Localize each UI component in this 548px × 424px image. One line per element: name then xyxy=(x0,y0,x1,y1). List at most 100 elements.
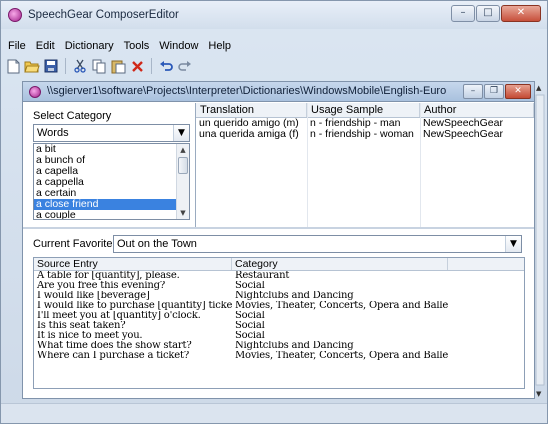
column-header-usage[interactable]: Usage Sample xyxy=(307,103,420,117)
column-header-author[interactable]: Author xyxy=(420,103,534,117)
svg-text:▼: ▼ xyxy=(536,390,542,398)
document-window: \\sgierver1\software\Projects\Interprete… xyxy=(22,81,535,399)
toolbar-separator xyxy=(151,58,152,74)
new-icon[interactable] xyxy=(5,58,21,74)
column-header-translation[interactable]: Translation xyxy=(196,103,307,117)
category-cell: Restaurant xyxy=(235,271,290,281)
source-header: Source Entry Category xyxy=(34,258,524,271)
table-row[interactable]: It is nice to meet you. Social xyxy=(34,331,524,341)
source-cell: Are you free this evening? xyxy=(37,281,165,291)
scroll-thumb[interactable] xyxy=(178,157,188,174)
minimize-button[interactable]: – xyxy=(451,5,475,22)
save-icon[interactable] xyxy=(43,58,59,74)
category-dropdown[interactable]: Words ▼ xyxy=(33,124,190,142)
favorite-label: Current Favorite xyxy=(33,238,113,250)
toolbar-separator xyxy=(65,58,66,74)
column-gridline xyxy=(307,103,308,227)
source-cell: I would like [beverage] xyxy=(37,291,150,301)
source-cell: I would like to purchase [quantity] tick… xyxy=(37,301,232,311)
table-row[interactable]: A table for [quantity], please. Restaura… xyxy=(34,271,524,281)
favorite-dropdown[interactable]: Out on the Town ▼ xyxy=(113,235,522,253)
document-title-bar[interactable]: \\sgierver1\software\Projects\Interprete… xyxy=(23,82,534,102)
window-controls: – □ ✕ xyxy=(451,5,541,22)
usage-cell: n - friendship - woman xyxy=(310,129,414,140)
undo-icon[interactable] xyxy=(158,58,174,74)
document-controls: – ❐ ✕ xyxy=(463,84,531,99)
source-cell: It is nice to meet you. xyxy=(37,331,143,341)
cut-icon[interactable] xyxy=(72,58,88,74)
table-row[interactable]: un querido amigo (m) n - friendship - ma… xyxy=(196,118,534,129)
scroll-up-icon[interactable]: ▲ xyxy=(177,144,189,156)
splitter[interactable] xyxy=(23,227,534,229)
translation-header: Translation Usage Sample Author xyxy=(196,103,534,118)
paste-icon[interactable] xyxy=(110,58,126,74)
source-cell: What time does the show start? xyxy=(37,341,192,351)
document-path: \\sgierver1\software\Projects\Interprete… xyxy=(47,85,447,97)
menu-dictionary[interactable]: Dictionary xyxy=(61,38,118,54)
column-header-source[interactable]: Source Entry xyxy=(34,258,232,270)
category-cell: Social xyxy=(235,321,265,331)
document-restore-button[interactable]: ❐ xyxy=(484,84,504,99)
category-cell: Movies, Theater, Concerts, Opera and Bal… xyxy=(235,301,448,311)
author-cell: NewSpeechGear xyxy=(423,129,503,140)
table-row[interactable]: Are you free this evening? Social xyxy=(34,281,524,291)
table-row[interactable]: I would like to purchase [quantity] tick… xyxy=(34,301,524,311)
table-row[interactable]: Where can I purchase a ticket? Movies, T… xyxy=(34,351,524,361)
table-row[interactable]: What time does the show start? Nightclub… xyxy=(34,341,524,351)
copy-icon[interactable] xyxy=(91,58,107,74)
toolbar xyxy=(5,55,193,77)
translation-table: Translation Usage Sample Author un queri… xyxy=(195,103,534,227)
favorite-selected: Out on the Town xyxy=(117,238,197,250)
table-row[interactable]: Is this seat taken? Social xyxy=(34,321,524,331)
close-button[interactable]: ✕ xyxy=(501,5,541,22)
category-cell: Nightclubs and Dancing xyxy=(235,341,354,351)
table-row[interactable]: I would like [beverage] Nightclubs and D… xyxy=(34,291,524,301)
menu-edit[interactable]: Edit xyxy=(32,38,59,54)
svg-text:▲: ▲ xyxy=(536,84,542,92)
category-label: Select Category xyxy=(33,110,112,122)
document-minimize-button[interactable]: – xyxy=(463,84,483,99)
source-cell: I'll meet you at [quantity] o'clock. xyxy=(37,311,201,321)
source-cell: Where can I purchase a ticket? xyxy=(37,351,189,361)
column-header-category[interactable]: Category xyxy=(232,258,448,270)
category-cell: Movies, Theater, Concerts, Opera and Bal… xyxy=(235,351,448,361)
author-cell: NewSpeechGear xyxy=(423,118,503,129)
translation-cell: un querido amigo (m) xyxy=(199,118,299,129)
open-icon[interactable] xyxy=(24,58,40,74)
category-cell: Social xyxy=(235,311,265,321)
table-row[interactable]: I'll meet you at [quantity] o'clock. Soc… xyxy=(34,311,524,321)
menu-help[interactable]: Help xyxy=(204,38,235,54)
chevron-down-icon[interactable]: ▼ xyxy=(505,236,521,252)
redo-icon[interactable] xyxy=(177,58,193,74)
usage-cell: n - friendship - man xyxy=(310,118,401,129)
app-window: SpeechGear ComposerEditor – □ ✕ File Edi… xyxy=(0,0,548,424)
category-cell: Social xyxy=(235,331,265,341)
document-icon xyxy=(29,86,41,98)
document-close-button[interactable]: ✕ xyxy=(505,84,531,99)
source-cell: A table for [quantity], please. xyxy=(37,271,180,281)
category-list[interactable]: a bit a bunch of a capella a cappella a … xyxy=(33,143,190,220)
category-cell: Nightclubs and Dancing xyxy=(235,291,354,301)
menu-window[interactable]: Window xyxy=(155,38,202,54)
category-scrollbar[interactable]: ▲ ▼ xyxy=(176,144,189,219)
window-title: SpeechGear ComposerEditor xyxy=(28,9,179,21)
category-selected: Words xyxy=(37,127,69,139)
list-item[interactable]: a couple xyxy=(34,210,189,220)
delete-icon[interactable] xyxy=(129,58,145,74)
menu-tools[interactable]: Tools xyxy=(120,38,154,54)
title-bar[interactable]: SpeechGear ComposerEditor – □ ✕ xyxy=(1,1,547,29)
chevron-down-icon[interactable]: ▼ xyxy=(173,125,189,141)
menu-file[interactable]: File xyxy=(4,38,30,54)
table-row[interactable]: una querida amiga (f) n - friendship - w… xyxy=(196,129,534,140)
scroll-down-icon[interactable]: ▼ xyxy=(177,207,189,219)
status-bar xyxy=(1,403,547,423)
maximize-button[interactable]: □ xyxy=(476,5,500,22)
source-table: Source Entry Category A table for [quant… xyxy=(33,257,525,389)
window-scrollbar[interactable]: ▲ ▼ xyxy=(535,81,545,399)
category-cell: Social xyxy=(235,281,265,291)
translation-cell: una querida amiga (f) xyxy=(199,129,299,140)
menu-bar: File Edit Dictionary Tools Window Help xyxy=(1,38,235,54)
app-icon xyxy=(8,8,22,22)
source-cell: Is this seat taken? xyxy=(37,321,126,331)
column-gridline xyxy=(420,103,421,227)
